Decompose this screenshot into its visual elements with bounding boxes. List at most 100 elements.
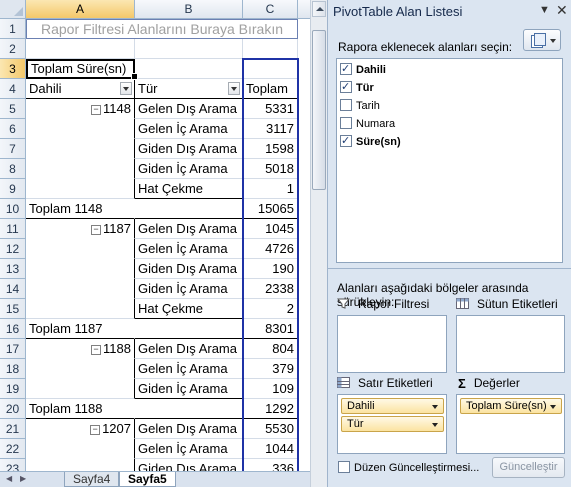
value-field-chip-toplam-sure[interactable]: Toplam Süre(sn) [460, 398, 562, 414]
value-cell[interactable]: 804 [243, 339, 298, 359]
value-cell[interactable]: 109 [243, 379, 298, 399]
type-cell[interactable]: Gelen İç Arama [135, 119, 243, 139]
value-cell[interactable]: 1598 [243, 139, 298, 159]
value-cell[interactable]: 1 [243, 179, 298, 199]
pane-menu-chevron-down-icon[interactable]: ▼ [539, 4, 550, 16]
row-item-cell[interactable] [26, 379, 135, 399]
value-cell[interactable]: 1292 [243, 399, 298, 419]
row-item-cell[interactable] [26, 179, 135, 199]
collapse-icon[interactable]: − [91, 105, 102, 115]
row-header[interactable]: 18 [0, 359, 26, 379]
value-cell[interactable]: 190 [243, 259, 298, 279]
row-field-chip-tur[interactable]: Tür [341, 416, 444, 432]
select-all-corner[interactable] [0, 0, 26, 19]
row-header[interactable]: 20 [0, 399, 26, 419]
fill-handle[interactable] [131, 73, 138, 80]
chevron-down-icon[interactable] [432, 423, 438, 427]
subtotal-label[interactable]: Toplam 1188 [26, 399, 135, 419]
subtotal-label[interactable]: Toplam 1148 [26, 199, 135, 219]
field-item-tarih[interactable]: Tarih [340, 97, 380, 115]
collapse-icon[interactable]: − [90, 425, 101, 435]
row-header[interactable]: 10 [0, 199, 26, 219]
column-header-a[interactable]: A [26, 0, 135, 19]
field-item-dahili[interactable]: Dahili [340, 60, 386, 79]
field-item-numara[interactable]: Numara [340, 115, 395, 133]
filter-dropdown-icon[interactable] [120, 82, 132, 95]
value-cell[interactable]: 5331 [243, 99, 298, 119]
subtotal-label[interactable]: Toplam 1187 [26, 319, 135, 339]
cell[interactable] [135, 59, 243, 79]
row-header[interactable]: 12 [0, 239, 26, 259]
value-cell[interactable]: 1045 [243, 219, 298, 239]
row-header[interactable]: 11 [0, 219, 26, 239]
report-filter-drop-area[interactable] [337, 315, 447, 373]
cell[interactable] [243, 59, 298, 79]
type-cell[interactable]: Gelen Dış Arama [135, 99, 243, 119]
row-field-header-tur[interactable]: Tür [135, 79, 243, 99]
row-item-cell[interactable] [26, 299, 135, 319]
sheet-tab-sayfa4[interactable]: Sayfa4 [64, 472, 120, 487]
update-button[interactable]: Güncelleştir [492, 457, 565, 478]
row-item-cell[interactable] [26, 119, 135, 139]
type-cell[interactable]: Giden İç Arama [135, 159, 243, 179]
type-cell[interactable]: Hat Çekme [135, 179, 243, 199]
vertical-scrollbar[interactable] [310, 0, 327, 487]
type-cell[interactable]: Gelen Dış Arama [135, 219, 243, 239]
tab-scroll-left-icon[interactable]: ◀ [6, 474, 16, 484]
filter-dropdown-icon[interactable] [228, 82, 240, 95]
type-cell[interactable]: Giden Dış Arama [135, 259, 243, 279]
checkbox-checked[interactable] [340, 78, 352, 96]
cell[interactable] [243, 39, 298, 59]
checkbox-checked[interactable] [340, 132, 352, 150]
value-cell[interactable]: 1044 [243, 439, 298, 459]
collapse-icon[interactable]: − [91, 225, 102, 235]
column-labels-drop-area[interactable] [456, 315, 565, 373]
type-cell[interactable]: Gelen Dış Arama [135, 419, 243, 439]
type-cell[interactable]: Gelen Dış Arama [135, 339, 243, 359]
field-item-tur[interactable]: Tür [340, 78, 374, 97]
checkbox-checked[interactable] [340, 60, 352, 78]
type-cell[interactable]: Gelen İç Arama [135, 359, 243, 379]
row-header[interactable]: 9 [0, 179, 26, 199]
row-header[interactable]: 14 [0, 279, 26, 299]
row-header[interactable]: 22 [0, 439, 26, 459]
row-header[interactable]: 17 [0, 339, 26, 359]
column-header-b[interactable]: B [135, 0, 243, 19]
value-cell[interactable]: 5018 [243, 159, 298, 179]
value-cell[interactable]: 379 [243, 359, 298, 379]
row-header[interactable]: 13 [0, 259, 26, 279]
values-drop-area[interactable]: Toplam Süre(sn) [456, 394, 565, 454]
cell[interactable] [26, 39, 135, 59]
close-icon[interactable]: ✕ [556, 2, 568, 19]
row-item-cell[interactable] [26, 279, 135, 299]
sheet-tab-sayfa5[interactable]: Sayfa5 [119, 472, 176, 487]
column-header-c[interactable]: C [243, 0, 298, 19]
cell[interactable] [135, 319, 243, 339]
type-cell[interactable]: Gelen İç Arama [135, 439, 243, 459]
value-column-header[interactable]: Toplam [243, 79, 298, 99]
report-filter-drop-zone[interactable]: Rapor Filtresi Alanlarını Buraya Bırakın [26, 19, 298, 39]
row-header[interactable]: 5 [0, 99, 26, 119]
row-header[interactable]: 15 [0, 299, 26, 319]
row-header[interactable]: 1 [0, 19, 26, 39]
row-item-cell[interactable]: −1188 [26, 339, 135, 359]
row-header[interactable]: 3 [0, 59, 26, 79]
chevron-down-icon[interactable] [432, 405, 438, 409]
value-cell[interactable]: 2 [243, 299, 298, 319]
row-item-cell[interactable] [26, 259, 135, 279]
defer-layout-update[interactable]: Düzen Güncelleştirmesi... [338, 460, 479, 476]
row-header[interactable]: 4 [0, 79, 26, 99]
scroll-thumb[interactable] [312, 30, 326, 190]
row-header[interactable]: 21 [0, 419, 26, 439]
row-item-cell[interactable] [26, 239, 135, 259]
row-item-cell[interactable] [26, 139, 135, 159]
row-header[interactable]: 2 [0, 39, 26, 59]
row-item-cell[interactable]: −1207 [26, 419, 135, 439]
cell[interactable] [135, 199, 243, 219]
collapse-icon[interactable]: − [91, 345, 102, 355]
value-cell[interactable]: 5530 [243, 419, 298, 439]
value-cell[interactable]: 2338 [243, 279, 298, 299]
field-item-sure[interactable]: Süre(sn) [340, 132, 401, 151]
row-item-cell[interactable] [26, 359, 135, 379]
value-cell[interactable]: 3117 [243, 119, 298, 139]
